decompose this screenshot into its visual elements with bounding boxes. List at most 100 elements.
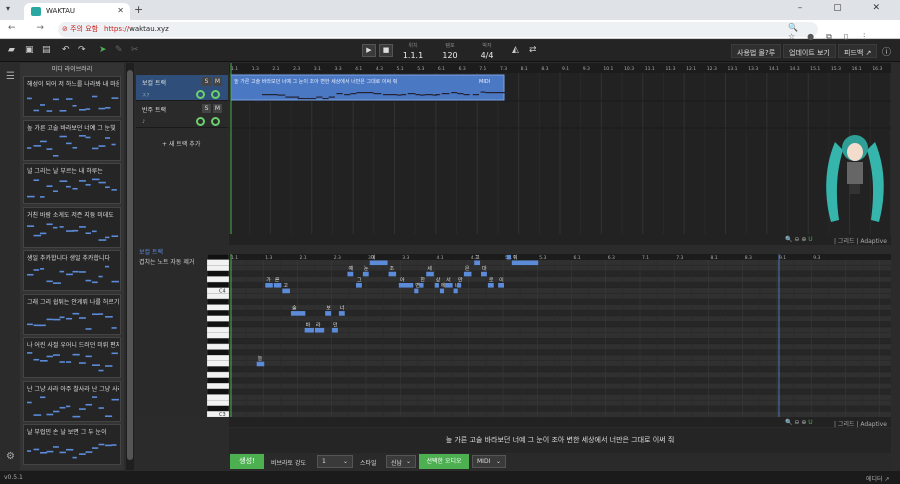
note-block[interactable] (338, 311, 345, 316)
volume-knob[interactable] (196, 90, 205, 99)
window-controls[interactable]: – ▢ ✕ (798, 3, 894, 13)
add-track-button[interactable]: + 새 트랙 추가 (162, 139, 200, 148)
note-block[interactable] (282, 288, 290, 294)
note-block[interactable] (273, 282, 282, 288)
piano-key[interactable] (207, 394, 229, 401)
arrange-zoom-icons[interactable]: 🔍 ⊖ ⊕ U (785, 236, 813, 243)
note-block[interactable] (304, 327, 314, 333)
piano-key[interactable] (207, 366, 229, 373)
library-item[interactable]: 해성이 되어 저 하느를 나라봐 내 마음 (23, 76, 121, 117)
piano-keys[interactable]: C4 C3 (207, 254, 229, 417)
position-display[interactable]: 위치 1.1.1 (394, 42, 432, 60)
note-block[interactable] (369, 260, 388, 266)
piano-key[interactable] (207, 276, 229, 283)
piano-roll-grid[interactable]: 1.11.32.12.33.13.34.14.35.15.36.16.37.17… (229, 254, 891, 417)
note-block[interactable] (474, 260, 481, 266)
browser-tab[interactable]: WAKTAU ✕ (24, 3, 130, 20)
piano-key[interactable] (207, 405, 229, 412)
info-icon[interactable]: ⓘ (882, 45, 891, 58)
piano-key[interactable] (207, 304, 229, 311)
piano-key[interactable] (207, 321, 229, 328)
piano-key[interactable] (207, 293, 229, 300)
library-item[interactable]: 생일 추카합니다 생일 추카합니다 (23, 250, 121, 291)
piano-key[interactable] (207, 287, 229, 294)
pan-knob[interactable] (211, 90, 220, 99)
new-tab-button[interactable]: + (134, 3, 143, 16)
piano-key[interactable] (207, 315, 229, 322)
piano-key[interactable] (207, 326, 229, 333)
pan-knob[interactable] (211, 117, 220, 126)
mute-button[interactable]: M (213, 77, 222, 86)
note-block[interactable] (325, 311, 332, 316)
note-block[interactable] (347, 271, 354, 277)
piano-key[interactable] (207, 332, 229, 339)
note-block[interactable] (265, 282, 273, 288)
note-block[interactable] (481, 271, 487, 277)
metronome-icon[interactable]: ◭ (512, 45, 519, 55)
piano-key[interactable] (207, 281, 229, 288)
note-block[interactable] (445, 282, 453, 288)
note-block[interactable] (439, 288, 445, 294)
library-item[interactable]: 난 그냥 사라 아주 찰사라 난 그냥 사라 (23, 380, 121, 422)
play-button[interactable]: ▶ (362, 44, 376, 57)
piano-key[interactable] (207, 388, 229, 395)
vibrato-select[interactable]: 1 ⌄ (317, 455, 353, 468)
mute-button[interactable]: M (213, 104, 222, 113)
piano-key[interactable] (207, 349, 229, 356)
note-block[interactable] (398, 282, 414, 288)
meter-display[interactable]: 박자 4/4 (468, 42, 506, 60)
piano-key[interactable] (207, 371, 229, 378)
arrange-grid-select[interactable]: | 그리드 | Adaptive (834, 236, 887, 245)
menu-icon[interactable]: ☰ (6, 71, 15, 82)
library-item[interactable]: 널 그리는 날 부르는 내 하루는 (23, 163, 121, 204)
track-header[interactable]: 반주 트랙 S M ♪ (136, 102, 228, 128)
note-block[interactable] (487, 282, 494, 288)
selected-audio-button[interactable]: 선택한 오디오 (419, 454, 469, 469)
note-block[interactable] (356, 282, 362, 288)
note-block[interactable] (388, 271, 397, 277)
library-scroll-thumb[interactable] (127, 70, 133, 460)
loop-icon[interactable]: ⇄ (529, 45, 537, 55)
gear-icon[interactable]: ⚙ (6, 451, 15, 462)
library-item[interactable]: 그래 그리 쉽튀는 안게뤼 나를 허르기 (23, 293, 121, 335)
piano-zoom-icons[interactable]: 🔍 ⊖ ⊕ U (785, 419, 813, 426)
note-block[interactable] (426, 271, 434, 277)
close-tab-icon[interactable]: ✕ (117, 6, 124, 15)
piano-key[interactable] (207, 298, 229, 305)
piano-key[interactable] (207, 343, 229, 350)
arrange-timeline[interactable]: 1.1 1.3 2.1 2.3 3.1 3.3 4.1 4.3 5.1 5.3 6.1 6.3 7.1 7… (229, 63, 891, 245)
tempo-display[interactable]: 템포 120 (431, 42, 469, 60)
piano-key[interactable] (207, 377, 229, 384)
note-block[interactable] (457, 282, 462, 288)
stop-button[interactable]: ■ (379, 44, 393, 57)
volume-knob[interactable] (196, 117, 205, 126)
piano-grid-select[interactable]: | 그리드 | Adaptive (834, 419, 887, 428)
piano-key[interactable] (207, 360, 229, 367)
note-block[interactable] (498, 282, 504, 288)
generate-button[interactable]: 생성! (230, 454, 264, 469)
piano-key[interactable] (207, 265, 229, 272)
note-block[interactable] (414, 288, 419, 294)
feedback-button[interactable]: 피드백 ↗ (838, 44, 878, 58)
solo-button[interactable]: S (202, 104, 211, 113)
export-icon[interactable]: ▤ (42, 45, 51, 55)
editor-link[interactable]: 에디터 ↗ (866, 474, 890, 483)
midi-select[interactable]: MIDI ⌄ (472, 455, 506, 468)
note-block[interactable] (419, 282, 424, 288)
lyrics-text[interactable]: 높 가른 고술 바라보던 너예 그 눈이 조아 변한 세상에서 너만은 그대로 … (229, 435, 891, 445)
piano-key[interactable] (207, 259, 229, 266)
tab-list-icon[interactable]: ▾ (6, 4, 10, 13)
style-select[interactable]: 신남 ⌄ (386, 455, 416, 468)
library-item[interactable]: 날 부럽민 손 날 보면 그 두 눈이 (23, 424, 121, 465)
piano-key[interactable] (207, 338, 229, 345)
note-block[interactable] (434, 282, 439, 288)
howto-button[interactable]: 사용법 몰?루 (731, 44, 782, 58)
note-block[interactable] (453, 288, 458, 294)
solo-button[interactable]: S (202, 77, 211, 86)
piano-key[interactable] (207, 355, 229, 361)
url-text[interactable]: https://waktau.xyz (104, 25, 169, 33)
overlap-option[interactable]: 겹치는 노트 자동 제거 (139, 258, 197, 267)
piano-key[interactable] (207, 383, 229, 390)
omnibox[interactable] (58, 22, 818, 37)
note-block[interactable] (511, 260, 539, 266)
